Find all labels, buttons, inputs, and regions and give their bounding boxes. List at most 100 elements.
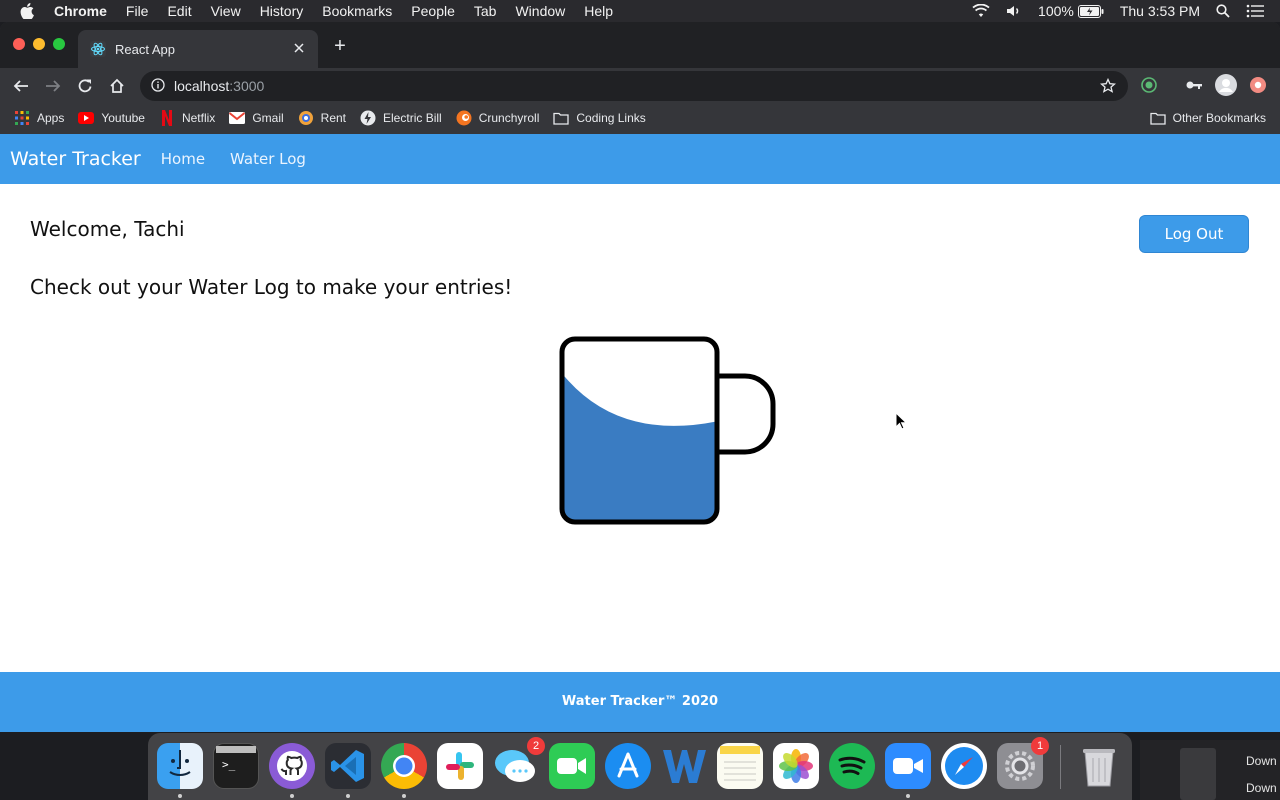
- browser-window: React App + localhost:3000 Apps Youtube…: [0, 22, 1280, 732]
- nav-link-water-log[interactable]: Water Log: [230, 150, 306, 168]
- chrome-menu-icon[interactable]: [1249, 76, 1267, 99]
- notification-center-icon[interactable]: [1246, 4, 1264, 18]
- password-key-icon[interactable]: [1185, 77, 1203, 98]
- dock-downloads-stack[interactable]: Down Down: [1140, 740, 1280, 800]
- window-controls: [13, 38, 65, 50]
- bookmark-electric-bill[interactable]: Electric Bill: [360, 110, 442, 126]
- other-bookmarks-folder[interactable]: Other Bookmarks: [1149, 110, 1266, 126]
- bookmark-gmail[interactable]: Gmail: [229, 110, 284, 126]
- menu-window[interactable]: Window: [515, 3, 565, 19]
- bookmark-label: Coding Links: [576, 111, 646, 125]
- site-info-icon[interactable]: [151, 77, 165, 95]
- system-preferences-badge: 1: [1031, 737, 1049, 755]
- bookmark-label: Other Bookmarks: [1172, 111, 1266, 125]
- facetime-icon[interactable]: [549, 743, 595, 789]
- bookmark-coding-links[interactable]: Coding Links: [553, 110, 646, 126]
- app-navbar: Water Tracker Home Water Log: [0, 134, 1280, 184]
- bookmark-rent[interactable]: Rent: [298, 110, 346, 126]
- word-icon[interactable]: [661, 743, 707, 789]
- bookmark-label: Rent: [320, 111, 347, 125]
- slack-icon[interactable]: [437, 743, 483, 789]
- crunchyroll-icon: [456, 110, 472, 126]
- menu-bookmarks[interactable]: Bookmarks: [322, 3, 392, 19]
- bookmarks-bar: Apps Youtube Netflix Gmail Rent Electric…: [0, 104, 1280, 132]
- water-mug-illustration: [555, 332, 785, 536]
- bookmark-label: Crunchyroll: [478, 111, 540, 125]
- terminal-icon[interactable]: >_: [213, 743, 259, 789]
- downloads-label: Down: [1246, 781, 1277, 795]
- new-tab-button[interactable]: +: [330, 36, 350, 56]
- back-button[interactable]: [12, 77, 30, 95]
- browser-toolbar: localhost:3000: [0, 68, 1280, 104]
- macos-dock: >_ 2 1: [148, 733, 1132, 800]
- apps-grid-icon: [14, 110, 30, 126]
- downloads-label: Down: [1246, 754, 1277, 768]
- youtube-icon: [78, 110, 95, 126]
- battery-icon[interactable]: [1077, 4, 1104, 18]
- photos-icon[interactable]: [773, 743, 819, 789]
- safari-icon[interactable]: [941, 743, 987, 789]
- bookmark-netflix[interactable]: Netflix: [159, 110, 215, 126]
- dock-separator: [1060, 745, 1061, 789]
- finder-icon[interactable]: [157, 743, 203, 798]
- spotlight-search-icon[interactable]: [1216, 4, 1230, 18]
- bookmark-label: Youtube: [101, 111, 145, 125]
- zoom-icon[interactable]: [885, 743, 931, 798]
- react-favicon-icon: [90, 41, 106, 57]
- tab-strip: React App +: [0, 22, 1280, 68]
- address-bar[interactable]: localhost:3000: [140, 71, 1128, 101]
- github-desktop-icon[interactable]: [269, 743, 315, 798]
- wifi-icon[interactable]: [972, 4, 990, 18]
- menu-history[interactable]: History: [260, 3, 304, 19]
- bookmark-apps[interactable]: Apps: [14, 110, 64, 126]
- menu-chrome[interactable]: Chrome: [54, 3, 107, 19]
- volume-icon[interactable]: [1006, 4, 1022, 18]
- bookmark-label: Netflix: [181, 111, 216, 125]
- bookmark-label: Electric Bill: [383, 111, 442, 125]
- zoom-window-button[interactable]: [53, 38, 65, 50]
- apple-icon[interactable]: [20, 3, 36, 19]
- menu-tab[interactable]: Tab: [474, 3, 497, 19]
- bookmark-star-icon[interactable]: [1099, 77, 1117, 97]
- bookmark-label: Gmail: [252, 111, 284, 125]
- forward-button[interactable]: [44, 77, 62, 95]
- menubar-clock[interactable]: Thu 3:53 PM: [1120, 3, 1200, 19]
- trash-icon[interactable]: [1076, 743, 1122, 789]
- messages-icon[interactable]: 2: [493, 737, 545, 789]
- nav-link-home[interactable]: Home: [161, 150, 205, 168]
- rent-site-icon: [298, 110, 314, 126]
- bookmark-label: Apps: [37, 111, 65, 125]
- bookmark-crunchyroll[interactable]: Crunchyroll: [456, 110, 540, 126]
- minimize-window-button[interactable]: [33, 38, 45, 50]
- log-out-button[interactable]: Log Out: [1139, 215, 1249, 253]
- electric-bill-icon: [360, 110, 376, 126]
- profile-avatar[interactable]: [1215, 74, 1237, 101]
- menu-edit[interactable]: Edit: [167, 3, 191, 19]
- netflix-icon: [159, 110, 175, 126]
- home-button[interactable]: [108, 77, 126, 95]
- navbar-brand[interactable]: Water Tracker: [10, 148, 141, 170]
- tab-react-app[interactable]: React App: [78, 30, 318, 68]
- notes-icon[interactable]: [717, 743, 763, 789]
- spotify-icon[interactable]: [829, 743, 875, 789]
- gmail-icon: [229, 110, 246, 126]
- menu-file[interactable]: File: [126, 3, 149, 19]
- mouse-cursor-icon: [895, 411, 908, 434]
- system-preferences-icon[interactable]: 1: [997, 737, 1049, 789]
- menu-people[interactable]: People: [411, 3, 455, 19]
- page-footer: Water Tracker™ 2020: [0, 672, 1280, 732]
- url-port: :3000: [229, 78, 265, 94]
- folder-icon: [1149, 110, 1166, 126]
- menu-help[interactable]: Help: [584, 3, 613, 19]
- chrome-icon[interactable]: [381, 743, 427, 798]
- bookmark-youtube[interactable]: Youtube: [78, 110, 145, 126]
- download-thumbnail: [1180, 748, 1216, 800]
- reload-button[interactable]: [76, 77, 94, 95]
- close-window-button[interactable]: [13, 38, 25, 50]
- extension-icon[interactable]: [1141, 77, 1157, 98]
- menu-view[interactable]: View: [211, 3, 241, 19]
- vscode-icon[interactable]: [325, 743, 371, 798]
- close-tab-icon[interactable]: [290, 39, 308, 57]
- welcome-heading: Welcome, Tachi: [30, 217, 185, 241]
- app-store-icon[interactable]: [605, 743, 651, 789]
